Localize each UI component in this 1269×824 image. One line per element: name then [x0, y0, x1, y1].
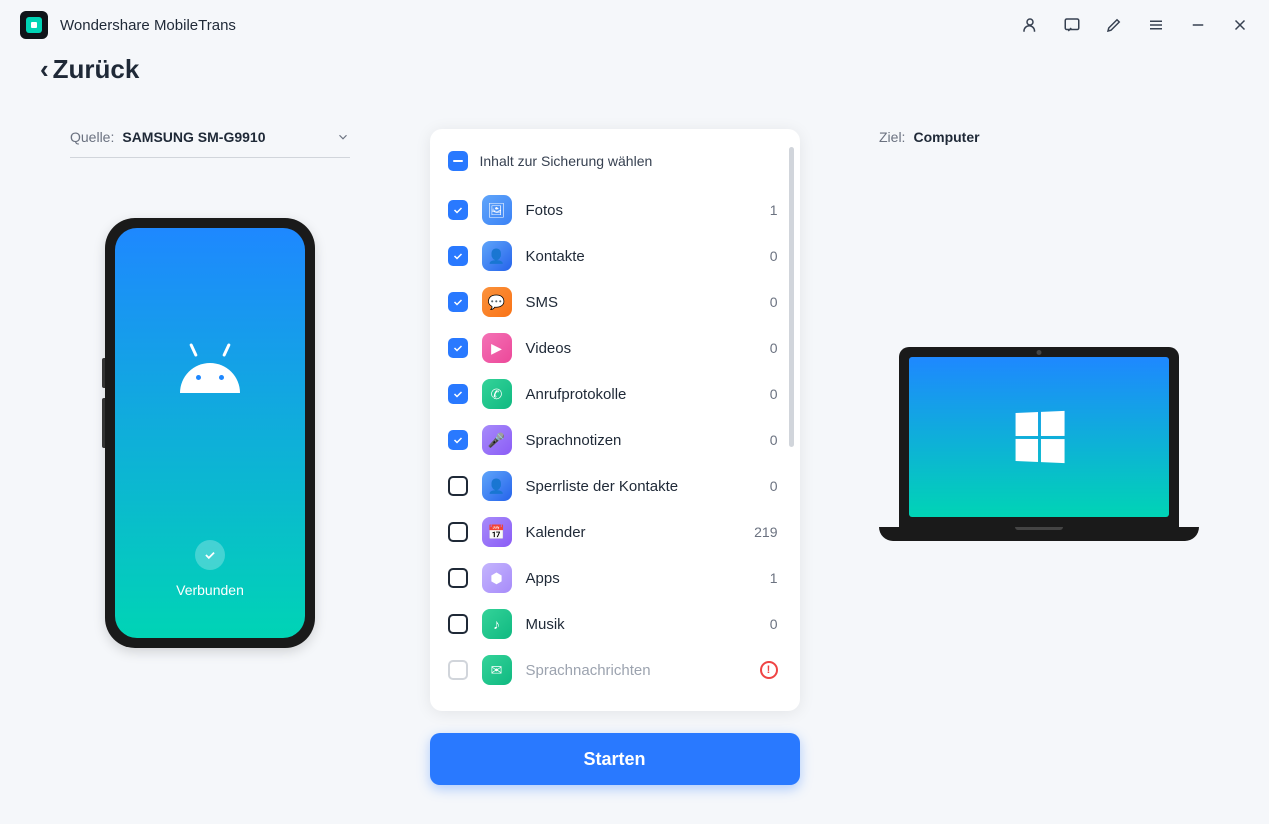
target-display: Ziel: Computer [879, 129, 1199, 157]
select-all-checkbox[interactable] [448, 151, 468, 171]
item-count: 219 [754, 524, 777, 540]
windows-icon [1016, 411, 1065, 463]
connection-status: Verbunden [176, 582, 244, 598]
item-count: 0 [770, 616, 778, 632]
list-item[interactable]: 🖼 Fotos 1 [448, 187, 794, 233]
item-category-icon: 🖼 [482, 195, 512, 225]
start-button[interactable]: Starten [430, 733, 800, 785]
android-icon [180, 353, 240, 393]
item-count: 0 [770, 478, 778, 494]
item-category-icon: 🎤 [482, 425, 512, 455]
app-title: Wondershare MobileTrans [60, 17, 236, 34]
item-checkbox[interactable] [448, 338, 468, 358]
close-icon[interactable] [1231, 16, 1249, 34]
item-category-icon: ▶ [482, 333, 512, 363]
list-header: Inhalt zur Sicherung wählen [480, 153, 653, 169]
item-count: 0 [770, 386, 778, 402]
item-count: 1 [770, 570, 778, 586]
list-item[interactable]: 👤 Sperrliste der Kontakte 0 [448, 463, 794, 509]
item-category-icon: 💬 [482, 287, 512, 317]
item-checkbox[interactable] [448, 476, 468, 496]
item-label: Anrufprotokolle [526, 386, 756, 403]
menu-icon[interactable] [1147, 16, 1165, 34]
source-device: SAMSUNG SM-G9910 [122, 129, 328, 145]
source-device-illustration: Verbunden [105, 218, 315, 648]
item-label: Apps [526, 570, 756, 587]
list-item[interactable]: ⬢ Apps 1 [448, 555, 794, 601]
list-item[interactable]: 📅 Kalender 219 [448, 509, 794, 555]
item-checkbox[interactable] [448, 614, 468, 634]
list-item[interactable]: 💬 SMS 0 [448, 279, 794, 325]
minimize-icon[interactable] [1189, 16, 1207, 34]
back-button[interactable]: ‹ Zurück [0, 50, 1269, 89]
item-label: Musik [526, 616, 756, 633]
item-checkbox [448, 660, 468, 680]
item-label: Sprachnotizen [526, 432, 756, 449]
item-label: Fotos [526, 202, 756, 219]
list-item[interactable]: ♪ Musik 0 [448, 601, 794, 647]
edit-icon[interactable] [1105, 16, 1123, 34]
source-label: Quelle: [70, 129, 114, 145]
target-device-illustration [879, 347, 1199, 541]
app-icon [20, 11, 48, 39]
item-checkbox[interactable] [448, 568, 468, 588]
item-label: SMS [526, 294, 756, 311]
item-category-icon: 📅 [482, 517, 512, 547]
item-label: Videos [526, 340, 756, 357]
item-label: Kontakte [526, 248, 756, 265]
list-item[interactable]: ▶ Videos 0 [448, 325, 794, 371]
item-checkbox[interactable] [448, 246, 468, 266]
item-category-icon: ✆ [482, 379, 512, 409]
item-category-icon: ♪ [482, 609, 512, 639]
back-label: Zurück [53, 54, 140, 85]
item-count: 0 [770, 294, 778, 310]
item-category-icon: 👤 [482, 471, 512, 501]
target-device: Computer [913, 129, 1199, 145]
chevron-left-icon: ‹ [40, 54, 49, 85]
connected-check-icon [195, 540, 225, 570]
scrollbar[interactable] [789, 147, 794, 447]
item-count: 0 [770, 432, 778, 448]
list-item[interactable]: 👤 Kontakte 0 [448, 233, 794, 279]
warning-icon: ! [760, 661, 778, 679]
item-checkbox[interactable] [448, 430, 468, 450]
content-selection-card: Inhalt zur Sicherung wählen 🖼 Fotos 1 👤 Kont… [430, 129, 800, 711]
item-checkbox[interactable] [448, 384, 468, 404]
list-item[interactable]: ✆ Anrufprotokolle 0 [448, 371, 794, 417]
list-item[interactable]: ✉ Sprachnachrichten! [448, 647, 794, 693]
item-category-icon: ⬢ [482, 563, 512, 593]
item-label: Sperrliste der Kontakte [526, 478, 756, 495]
list-item[interactable]: 🎤 Sprachnotizen 0 [448, 417, 794, 463]
item-count: 0 [770, 248, 778, 264]
source-selector[interactable]: Quelle: SAMSUNG SM-G9910 [70, 129, 350, 158]
item-count: 0 [770, 340, 778, 356]
item-checkbox[interactable] [448, 522, 468, 542]
item-category-icon: ✉ [482, 655, 512, 685]
item-label: Sprachnachrichten [526, 662, 746, 679]
target-label: Ziel: [879, 129, 905, 145]
user-icon[interactable] [1021, 16, 1039, 34]
item-checkbox[interactable] [448, 292, 468, 312]
item-checkbox[interactable] [448, 200, 468, 220]
item-label: Kalender [526, 524, 741, 541]
chevron-down-icon [336, 130, 350, 144]
item-category-icon: 👤 [482, 241, 512, 271]
item-count: 1 [770, 202, 778, 218]
feedback-icon[interactable] [1063, 16, 1081, 34]
